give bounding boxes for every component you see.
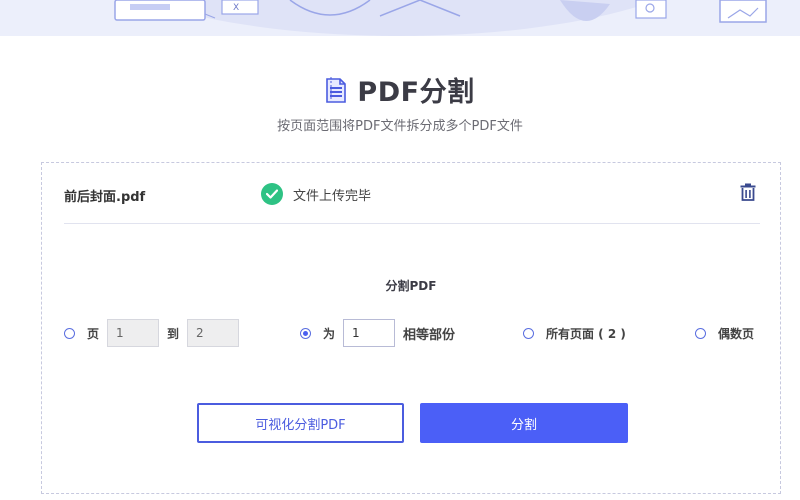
all-pages-radio[interactable] <box>523 327 534 339</box>
option-even-pages[interactable]: 偶数页 <box>695 318 754 348</box>
upload-panel: 前后封面.pdf 文件上传完毕 分割PDF 页 到 为 <box>41 162 781 494</box>
range-to-input[interactable] <box>187 319 240 347</box>
split-button[interactable]: 分割 <box>420 403 628 443</box>
equal-parts-label: 相等部份 <box>403 327 456 343</box>
split-options: 页 到 为 相等部份 所有页面 ( 2 ) 偶数页 <box>42 318 780 348</box>
page-title: PDF分割 <box>357 77 475 108</box>
equal-as-label: 为 <box>323 326 336 341</box>
equal-parts-radio[interactable] <box>300 327 311 339</box>
divider <box>64 223 760 224</box>
range-to-label: 到 <box>167 326 180 341</box>
visual-split-button[interactable]: 可视化分割PDF <box>197 403 404 443</box>
svg-text:X: X <box>233 3 239 13</box>
pdf-document-icon <box>326 76 347 103</box>
even-pages-radio[interactable] <box>695 327 706 339</box>
option-all-pages[interactable]: 所有页面 ( 2 ) <box>523 318 626 348</box>
banner-illustration: X <box>114 0 767 36</box>
page-subtitle: 按页面范围将PDF文件拆分成多个PDF文件 <box>277 119 523 134</box>
even-pages-label: 偶数页 <box>718 326 755 341</box>
equal-parts-input[interactable] <box>343 319 396 347</box>
range-from-input[interactable] <box>107 319 160 347</box>
option-equal-parts[interactable]: 为 相等部份 <box>300 318 455 348</box>
range-radio[interactable] <box>64 327 75 339</box>
option-page-range[interactable]: 页 到 <box>64 318 240 348</box>
file-name: 前后封面.pdf <box>64 190 146 205</box>
header-banner: X <box>0 0 800 36</box>
range-page-label: 页 <box>87 326 100 341</box>
all-pages-label: 所有页面 ( 2 ) <box>546 326 626 341</box>
file-row: 前后封面.pdf 文件上传完毕 <box>64 183 760 223</box>
check-circle-icon <box>261 183 283 205</box>
upload-status: 文件上传完毕 <box>261 183 371 205</box>
upload-status-text: 文件上传完毕 <box>293 188 372 204</box>
page-header: PDF分割 <box>0 70 800 109</box>
trash-icon[interactable] <box>740 183 756 201</box>
split-section-label: 分割PDF <box>385 279 437 293</box>
